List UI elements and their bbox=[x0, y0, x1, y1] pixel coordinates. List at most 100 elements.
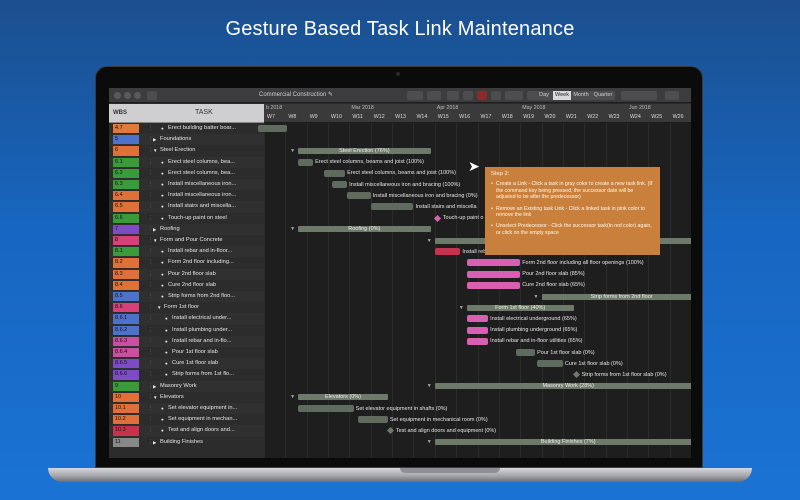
table-row[interactable]: 10.1 ⋮ ● Set elevator equipment in... bbox=[109, 403, 264, 415]
view-quarter[interactable]: Quarter bbox=[591, 91, 615, 100]
collapse-chevron-icon[interactable]: ▼ bbox=[427, 439, 432, 445]
task-bar[interactable] bbox=[298, 158, 314, 166]
link-tool-button[interactable] bbox=[427, 91, 441, 100]
collapse-chevron-icon[interactable]: ▼ bbox=[153, 236, 157, 245]
task-name[interactable]: Erect steel columns, bea... bbox=[168, 158, 262, 167]
task-name[interactable]: Cure 1st floor slab bbox=[172, 359, 262, 368]
table-row[interactable]: 8 ⋮ ▼ Form and Pour Concrete bbox=[109, 235, 264, 246]
resources-button[interactable] bbox=[505, 91, 523, 100]
task-name[interactable]: Masonry Work bbox=[160, 382, 262, 391]
table-row[interactable]: 6.4 ⋮ ● Install miscellaneous iron... bbox=[109, 190, 264, 201]
table-row[interactable]: 6.3 ⋮ ● Install miscellaneous iron... bbox=[109, 179, 264, 191]
task-name[interactable]: Install miscellaneous iron... bbox=[168, 191, 262, 200]
task-name[interactable]: Install miscellaneous iron... bbox=[168, 180, 262, 189]
table-row[interactable]: 9 ⋮ ▶ Masonry Work bbox=[109, 380, 264, 392]
drag-handle-icon[interactable]: ⋮ bbox=[148, 282, 153, 288]
expand-chevron-icon[interactable]: ▶ bbox=[153, 225, 156, 234]
table-row[interactable]: 8.6.1 ⋮ ● Install electrical under... bbox=[109, 313, 264, 325]
drag-handle-icon[interactable]: ⋮ bbox=[148, 427, 153, 433]
view-day[interactable]: Day bbox=[535, 91, 553, 100]
task-name[interactable]: Cure 2nd floor slab bbox=[168, 281, 262, 290]
table-row[interactable]: 7 ⋮ ▶ Roofing bbox=[109, 223, 264, 235]
task-bar[interactable] bbox=[257, 125, 288, 132]
record-button[interactable] bbox=[477, 91, 487, 100]
task-bar[interactable] bbox=[434, 248, 461, 256]
task-name[interactable]: Pour 1st floor slab bbox=[172, 348, 262, 357]
table-row[interactable]: 8.3 ⋮ ● Pour 2nd floor slab bbox=[109, 268, 264, 280]
table-row[interactable]: 8.6.6 ⋮ ● Strip forms from 1st flo... bbox=[109, 369, 264, 380]
edit-pencil-icon[interactable]: ✎ bbox=[328, 92, 333, 98]
task-name[interactable]: Form and Pour Concrete bbox=[160, 236, 262, 245]
drag-handle-icon[interactable]: ⋮ bbox=[148, 293, 153, 299]
task-name[interactable]: Touch-up paint on steel bbox=[168, 214, 262, 223]
expand-chevron-icon[interactable]: ▶ bbox=[153, 382, 156, 391]
undo-button[interactable] bbox=[407, 91, 423, 100]
view-week[interactable]: Week bbox=[553, 91, 571, 100]
lock-button[interactable] bbox=[463, 91, 473, 100]
unlink-tool-button[interactable] bbox=[447, 91, 459, 100]
task-bar[interactable] bbox=[323, 169, 346, 177]
task-bar[interactable] bbox=[515, 349, 536, 356]
task-name[interactable]: Install plumbing under... bbox=[172, 326, 262, 335]
milestone-marker[interactable] bbox=[572, 371, 580, 379]
layout-toggle-group[interactable] bbox=[621, 91, 657, 100]
task-bar[interactable] bbox=[466, 337, 489, 345]
task-name[interactable]: Test and align doors and... bbox=[168, 426, 262, 435]
task-name[interactable]: Set equipment in mechan... bbox=[168, 415, 262, 424]
task-name[interactable]: Erect building batter boar... bbox=[168, 124, 262, 133]
table-row[interactable]: 8.4 ⋮ ● Cure 2nd floor slab bbox=[109, 280, 264, 291]
task-name[interactable]: Install rebar and in-floor... bbox=[168, 247, 262, 256]
task-name[interactable]: Steel Erection bbox=[160, 146, 262, 155]
collapse-chevron-icon[interactable]: ▼ bbox=[157, 303, 161, 312]
table-row[interactable]: 8.6.4 ⋮ ● Pour 1st floor slab bbox=[109, 347, 264, 358]
task-name[interactable]: Strip forms from 2nd floo... bbox=[168, 292, 262, 301]
task-bar[interactable] bbox=[466, 259, 521, 267]
task-name[interactable]: Set elevator equipment in... bbox=[168, 404, 262, 413]
task-bar[interactable] bbox=[466, 326, 489, 334]
expand-chevron-icon[interactable]: ▶ bbox=[153, 438, 156, 447]
drag-handle-icon[interactable]: ⋮ bbox=[148, 349, 153, 355]
sidebar-toggle-button[interactable] bbox=[147, 91, 157, 100]
task-bar[interactable] bbox=[332, 181, 348, 188]
task-bar[interactable] bbox=[466, 281, 521, 289]
minimize-button[interactable] bbox=[124, 92, 131, 99]
table-row[interactable]: 6.1 ⋮ ● Erect steel columns, bea... bbox=[109, 156, 264, 168]
task-name[interactable]: Roofing bbox=[160, 225, 262, 234]
task-bar[interactable] bbox=[466, 270, 521, 278]
drag-handle-icon[interactable]: ⋮ bbox=[148, 203, 153, 209]
column-header-wbs[interactable]: WBS bbox=[113, 110, 127, 116]
task-name[interactable]: Install stairs and miscella... bbox=[168, 202, 262, 211]
task-name[interactable]: Install rebar and in-flo... bbox=[172, 337, 262, 346]
table-row[interactable]: 8.6 ⋮ ▼ Form 1st floor bbox=[109, 302, 264, 313]
collapse-chevron-icon[interactable]: ▼ bbox=[427, 238, 432, 244]
drag-handle-icon[interactable]: ⋮ bbox=[148, 371, 153, 377]
calendar-button[interactable] bbox=[491, 91, 501, 100]
drag-handle-icon[interactable]: ⋮ bbox=[148, 125, 153, 131]
collapse-chevron-icon[interactable]: ▼ bbox=[153, 393, 157, 402]
task-name[interactable]: Foundations bbox=[160, 135, 262, 144]
zoom-button[interactable] bbox=[134, 92, 141, 99]
drag-handle-icon[interactable]: ⋮ bbox=[148, 170, 153, 176]
table-row[interactable]: 6.6 ⋮ ● Touch-up paint on steel bbox=[109, 213, 264, 224]
table-row[interactable]: 6.2 ⋮ ● Erect steel columns, bea... bbox=[109, 168, 264, 179]
drag-handle-icon[interactable]: ⋮ bbox=[148, 181, 153, 187]
task-name[interactable]: Form 1st floor bbox=[164, 303, 262, 312]
drag-handle-icon[interactable]: ⋮ bbox=[148, 271, 153, 277]
collapse-chevron-icon[interactable]: ▼ bbox=[153, 146, 157, 155]
drag-handle-icon[interactable]: ⋮ bbox=[148, 416, 153, 422]
table-row[interactable]: 10.3 ⋮ ● Test and align doors and... bbox=[109, 425, 264, 437]
collapse-chevron-icon[interactable]: ▼ bbox=[427, 383, 432, 389]
task-bar[interactable] bbox=[298, 405, 354, 412]
table-row[interactable]: 8.6.5 ⋮ ● Cure 1st floor slab bbox=[109, 358, 264, 370]
table-row[interactable]: 6.5 ⋮ ● Install stairs and miscella... bbox=[109, 201, 264, 213]
expand-chevron-icon[interactable]: ▶ bbox=[153, 135, 156, 144]
view-month[interactable]: Month bbox=[571, 91, 591, 100]
drag-handle-icon[interactable]: ⋮ bbox=[148, 248, 153, 254]
drag-handle-icon[interactable]: ⋮ bbox=[148, 259, 153, 265]
more-button[interactable] bbox=[665, 91, 679, 100]
task-bar[interactable] bbox=[370, 203, 414, 211]
drag-handle-icon[interactable]: ⋮ bbox=[148, 192, 153, 198]
table-row[interactable]: 5 ⋮ ▶ Foundations bbox=[109, 134, 264, 146]
task-bar[interactable] bbox=[347, 192, 371, 200]
table-row[interactable]: 11 ⋮ ▶ Building Finishes bbox=[109, 437, 264, 448]
